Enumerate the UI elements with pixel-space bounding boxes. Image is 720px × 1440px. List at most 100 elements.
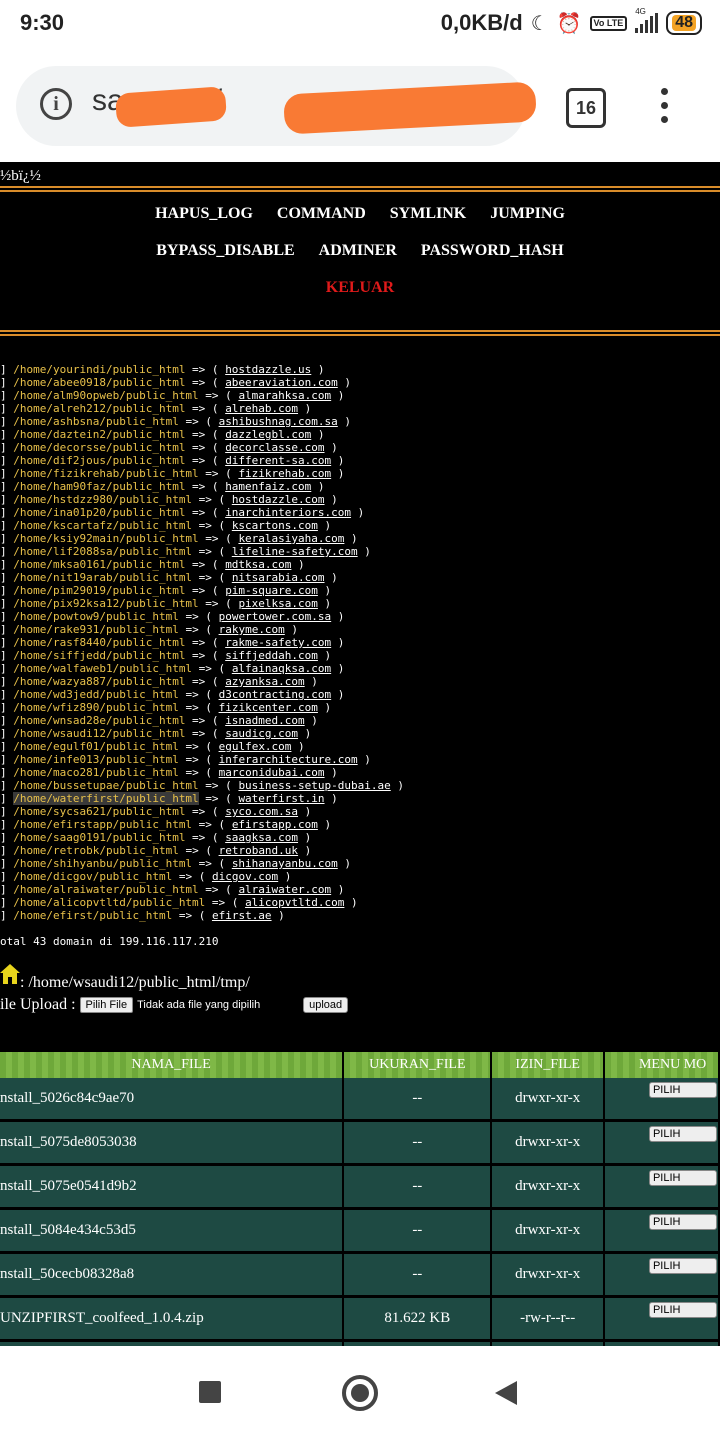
home-path: /home/alreh212/public_html [13,402,186,415]
recents-icon[interactable] [199,1381,221,1403]
domain-link[interactable]: hamenfaiz.com [225,480,311,493]
nav-logout[interactable]: KELUAR [326,279,394,296]
domain-link[interactable]: pim-square.com [225,584,318,597]
pilih-select[interactable]: PILIH [648,1082,717,1098]
domain-link[interactable]: siffjeddah.com [225,649,318,662]
nav-password-hash[interactable]: PASSWORD_HASH [421,242,564,259]
pilih-select[interactable]: PILIH [648,1170,717,1186]
domain-link[interactable]: hostdazzle.us [225,363,311,376]
domain-link[interactable]: retroband.uk [219,844,298,857]
row-bracket: ] [0,441,14,454]
file-permission[interactable]: drwxr-xr-x [491,1120,605,1166]
domain-link[interactable]: saudicg.com [225,727,298,740]
file-name[interactable]: UNZIPFIRST_coolfeed_1.0.4.zip [0,1296,345,1342]
header-ukuran-file[interactable]: UKURAN_FILE [343,1052,493,1078]
back-icon[interactable] [495,1381,517,1405]
domain-link[interactable]: shihanayanbu.com [232,857,338,870]
domain-link[interactable]: rakme-safety.com [225,636,331,649]
file-name[interactable]: nstall_50cecb08328a8 [0,1252,345,1298]
domain-link[interactable]: azyanksa.com [225,675,304,688]
header-izin-file[interactable]: IZIN_FILE [491,1052,605,1078]
nav-symlink[interactable]: SYMLINK [390,205,466,222]
domain-link[interactable]: inarchinteriors.com [225,506,351,519]
pilih-select[interactable]: PILIH [648,1126,717,1142]
domain-link[interactable]: dazzlegbl.com [225,428,311,441]
domain-link[interactable]: marconidubai.com [219,766,325,779]
domain-link[interactable]: inferarchitecture.com [219,753,358,766]
domain-link[interactable]: isnadmed.com [225,714,304,727]
nav-hapus-log[interactable]: HAPUS_LOG [155,205,253,222]
info-icon[interactable]: i [40,88,72,120]
overflow-menu-icon[interactable] [656,88,672,128]
domain-link[interactable]: syco.com.sa [225,805,298,818]
domain-link[interactable]: powertower.com.sa [219,610,332,623]
file-permission[interactable]: drwxr-xr-x [491,1252,605,1298]
domain-link[interactable]: efirstapp.com [232,818,318,831]
row-close: ) [291,558,305,571]
domain-row: ] /home/ksiy92main/public_html => ( kera… [0,532,404,545]
domain-link[interactable]: alicopvtltd.com [245,896,344,909]
home-icon[interactable] [0,962,20,986]
home-path: /home/walfaweb1/public_html [13,662,193,675]
row-bracket: ] [0,467,14,480]
domain-link[interactable]: business-setup-dubai.ae [238,779,390,792]
domain-link[interactable]: alfainaqksa.com [232,662,331,675]
nav-adminer[interactable]: ADMINER [319,242,397,259]
home-path: /home/ham90faz/public_html [13,480,186,493]
domain-link[interactable]: fizikcenter.com [219,701,318,714]
domain-link[interactable]: egulfex.com [219,740,292,753]
file-name[interactable]: nstall_5075de8053038 [0,1120,345,1166]
domain-link[interactable]: keralasiyaha.com [238,532,344,545]
system-nav-bar [0,1346,720,1440]
pilih-select[interactable]: PILIH [648,1258,717,1274]
address-bar[interactable]: i sa g.com/ [16,66,537,146]
nav-command[interactable]: COMMAND [277,205,366,222]
domain-link[interactable]: nitsarabia.com [232,571,325,584]
domain-link[interactable]: d3contracting.com [219,688,332,701]
domain-link[interactable]: efirst.ae [212,909,272,922]
domain-link[interactable]: mdtksa.com [225,558,291,571]
tab-switcher-button[interactable]: 16 [566,88,606,128]
row-close: ) [317,584,332,597]
domain-link[interactable]: waterfirst.in [238,792,324,805]
file-size: -- [343,1208,493,1254]
domain-link[interactable]: fizikrehab.com [238,467,331,480]
file-permission[interactable]: -rw-r--r-- [491,1296,605,1342]
file-permission[interactable]: drwxr-xr-x [491,1078,605,1122]
domain-link[interactable]: alrehab.com [225,402,298,415]
home-path: /home/yourindi/public_html [13,363,186,376]
domain-link[interactable]: kscartons.com [232,519,318,532]
upload-button[interactable]: upload [303,997,349,1013]
home-button-icon[interactable] [342,1375,378,1411]
nav-bypass-disable[interactable]: BYPASS_DISABLE [156,242,294,259]
home-path: /home/nit19arab/public_html [13,571,193,584]
status-bar: 9:30 0,0KB/d ☾ ⏰ Vo LTE 4G 48 [0,0,720,52]
domain-link[interactable]: lifeline-safety.com [232,545,358,558]
file-name[interactable]: nstall_5075e0541d9b2 [0,1164,345,1210]
domain-link[interactable]: decorclasse.com [225,441,324,454]
domain-link[interactable]: rakyme.com [219,623,285,636]
file-name[interactable]: nstall_5084e434c53d5 [0,1208,345,1254]
domain-link[interactable]: saagksa.com [225,831,298,844]
domain-link[interactable]: pixelksa.com [238,597,317,610]
domain-link[interactable]: abeeraviation.com [225,376,338,389]
arrow-text: => ( [178,701,219,714]
file-permission[interactable]: drwxr-xr-x [491,1208,605,1254]
header-nama-file[interactable]: NAMA_FILE [0,1052,345,1078]
pilih-select[interactable]: PILIH [648,1302,717,1318]
file-permission[interactable]: drwxr-xr-x [491,1164,605,1210]
file-name[interactable]: nstall_5026c84c9ae70 [0,1078,345,1122]
divider [0,190,720,192]
domain-row: ] /home/bussetupae/public_html => ( busi… [0,779,404,792]
row-close: ) [298,402,312,415]
domain-link[interactable]: dicgov.com [212,870,278,883]
domain-link[interactable]: different-sa.com [225,454,331,467]
domain-link[interactable]: hostdazzle.com [232,493,325,506]
choose-file-button[interactable]: Pilih File [79,997,134,1013]
nav-jumping[interactable]: JUMPING [490,205,565,222]
domain-link[interactable]: almarahksa.com [238,389,331,402]
domain-row: ] /home/daztein2/public_html => ( dazzle… [0,428,404,441]
pilih-select[interactable]: PILIH [648,1214,717,1230]
domain-link[interactable]: alraiwater.com [238,883,331,896]
domain-link[interactable]: ashibushnag.com.sa [219,415,338,428]
